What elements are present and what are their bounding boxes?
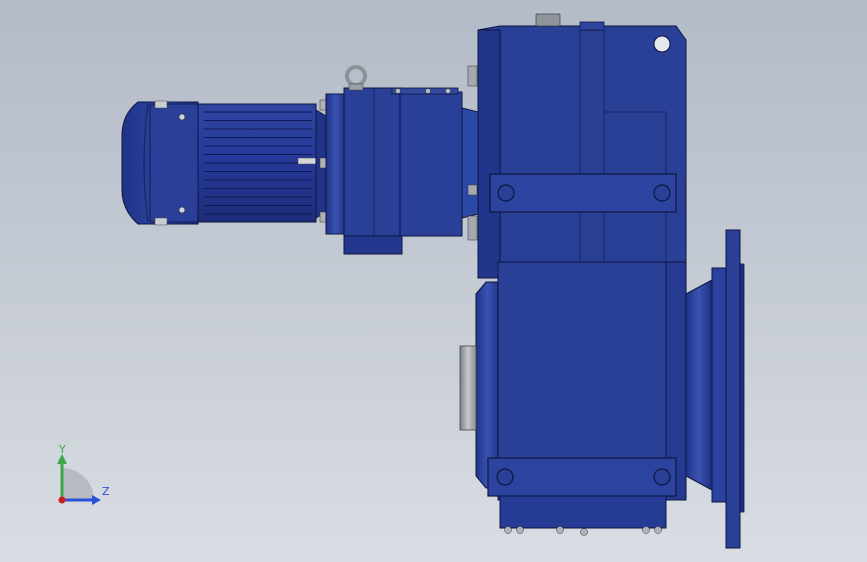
adapter-housing bbox=[343, 87, 403, 255]
cap-clip bbox=[154, 217, 168, 226]
lifting-eye-base bbox=[348, 83, 364, 91]
strap-bolt-icon bbox=[653, 468, 671, 486]
upper-clamp-strap bbox=[489, 173, 677, 213]
coupling-bolt bbox=[467, 65, 478, 87]
gear-motor-model[interactable] bbox=[0, 0, 867, 562]
adapter-flange bbox=[325, 93, 347, 235]
motor-nameplate-slot bbox=[297, 157, 317, 165]
axis-triad: Y Z bbox=[48, 438, 118, 510]
upper-housing bbox=[477, 25, 687, 269]
lifting-hole-icon bbox=[653, 35, 671, 53]
strap-bolt-icon bbox=[496, 468, 514, 486]
output-shaft bbox=[459, 345, 477, 431]
base-foot bbox=[499, 495, 667, 529]
coupling bbox=[461, 107, 479, 219]
cap-clip bbox=[154, 100, 168, 109]
lower-housing-left-bulge bbox=[475, 281, 501, 489]
lifting-eye-icon bbox=[345, 65, 367, 87]
motor-end-cap-band bbox=[149, 103, 199, 223]
strap-bolt-icon bbox=[497, 184, 515, 202]
z-axis-label: Z bbox=[102, 485, 110, 498]
top-boss bbox=[579, 21, 605, 31]
top-plug bbox=[535, 13, 561, 27]
strap-bolt-icon bbox=[653, 184, 671, 202]
cap-screw-icon bbox=[178, 206, 186, 214]
output-neck bbox=[711, 267, 727, 503]
bolt-icon bbox=[445, 88, 451, 94]
adapter-base bbox=[343, 235, 403, 255]
x-axis-origin bbox=[58, 496, 66, 504]
flange-edge bbox=[739, 263, 745, 513]
coupling-bolt bbox=[467, 184, 478, 196]
coupling-bolt bbox=[467, 215, 478, 241]
lower-clamp-strap bbox=[487, 457, 677, 497]
output-cone bbox=[685, 279, 713, 491]
upper-left-rib bbox=[477, 29, 501, 279]
output-flange bbox=[725, 229, 741, 549]
motor[interactable] bbox=[121, 99, 329, 226]
cad-viewport[interactable]: Y Z bbox=[0, 0, 867, 562]
bolt-icon bbox=[395, 88, 401, 94]
bolt-icon bbox=[425, 88, 431, 94]
adapter-body bbox=[399, 91, 463, 237]
gearbox-housing[interactable] bbox=[459, 13, 687, 536]
input-adapter[interactable] bbox=[325, 65, 479, 255]
output-flange-assembly[interactable] bbox=[685, 229, 745, 549]
z-axis-arrowhead bbox=[92, 495, 101, 505]
cap-screw-icon bbox=[178, 113, 186, 121]
y-axis-label: Y bbox=[59, 443, 66, 456]
